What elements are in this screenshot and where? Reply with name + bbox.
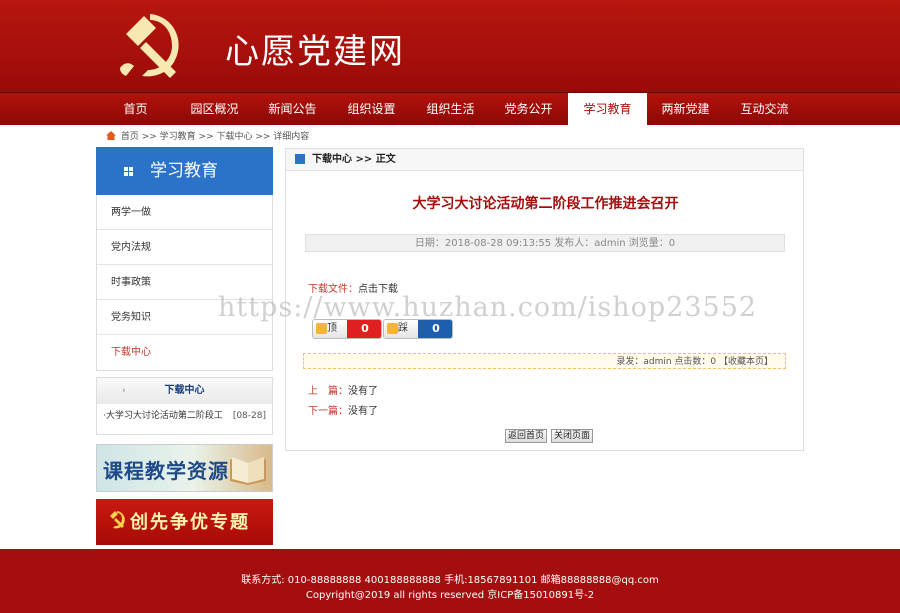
party-emblem-icon — [120, 14, 179, 78]
nav-item-org-life[interactable]: 组织生活 — [411, 93, 490, 126]
nav-item-study[interactable]: 学习教育 — [568, 93, 647, 126]
list-item-label[interactable]: ·大学习大讨论活动第二阶段工 — [103, 411, 223, 421]
close-page-button[interactable]: 关闭页面 — [551, 429, 594, 443]
next-article-label: 下一篇： — [308, 406, 348, 417]
party-emblem-icon — [110, 511, 125, 529]
home-icon[interactable] — [106, 131, 116, 140]
back-home-button[interactable]: 返回首页 — [505, 429, 548, 443]
course-resources-banner-text: 课程教学资源 — [103, 459, 229, 483]
watermark: https://www.huzhan.com/ishop23552 — [218, 292, 758, 323]
excellence-topic-banner[interactable]: 创先争优专题 — [96, 499, 273, 545]
main-nav: 首页 园区概况 新闻公告 组织设置 组织生活 党务公开 学习教育 两新党建 互动… — [0, 92, 900, 126]
sidebar-item-regulations[interactable]: 党内法规 — [97, 230, 272, 265]
nav-item-park-overview[interactable]: 园区概况 — [175, 93, 254, 126]
excellence-topic-banner-text: 创先争优专题 — [130, 512, 250, 533]
grid-icon — [124, 167, 133, 176]
chevron-right-icon: › — [122, 386, 126, 396]
sidebar-item-two-study[interactable]: 两学一做 — [97, 195, 272, 230]
next-article-value: 没有了 — [348, 406, 378, 417]
prev-article: 上 篇：没有了 — [308, 382, 378, 397]
nav-item-two-new[interactable]: 两新党建 — [646, 93, 725, 126]
article-icon — [295, 154, 305, 164]
download-box-title: 下载中心 — [164, 385, 205, 396]
list-item[interactable]: ·大学习大讨论活动第二阶段工 [08-28] — [97, 404, 272, 428]
prev-article-value: 没有了 — [348, 386, 378, 397]
article-title: 大学习大讨论活动第二阶段工作推进会召开 — [412, 196, 679, 212]
breadcrumb-text[interactable]: 首页 >> 学习教育 >> 下载中心 >> 详细内容 — [121, 132, 309, 142]
nav-item-organization[interactable]: 组织设置 — [332, 93, 411, 126]
nav-item-home[interactable]: 首页 — [96, 93, 175, 126]
nav-item-interaction[interactable]: 互动交流 — [725, 93, 804, 126]
site-footer: 联系方式: 010-88888888 400188888888 手机:18567… — [0, 549, 900, 613]
thumbs-down-icon — [387, 323, 398, 334]
list-item-date: [08-28] — [232, 411, 266, 421]
site-header: 心愿党建网 — [0, 0, 900, 92]
vote-down-label: 踩 — [398, 323, 408, 334]
sidebar-title: 学习教育 — [150, 161, 218, 181]
nav-item-party-affairs[interactable]: 党务公开 — [489, 93, 568, 126]
breadcrumb: 首页 >> 学习教育 >> 下载中心 >> 详细内容 — [106, 129, 309, 142]
article-info-bar[interactable]: 录发：admin 点击数：0 【收藏本页】 — [303, 353, 786, 369]
vote-up-label: 顶 — [327, 323, 337, 334]
footer-contact: 联系方式: 010-88888888 400188888888 手机:18567… — [241, 575, 659, 586]
sidebar-list: 两学一做 党内法规 时事政策 党务知识 下载中心 — [96, 195, 273, 371]
footer-copyright: Copyright@2019 all rights reserved 京ICP备… — [305, 590, 595, 601]
sidebar-header: 学习教育 — [96, 147, 273, 195]
course-resources-banner[interactable]: 课程教学资源 — [96, 444, 273, 492]
thumbs-up-icon — [316, 323, 327, 334]
article-panel-header: 下载中心 >> 正文 — [286, 149, 803, 171]
download-box-header: › 下载中心 — [97, 378, 272, 404]
book-icon — [230, 457, 266, 485]
site-title: 心愿党建网 — [225, 32, 405, 72]
nav-item-news[interactable]: 新闻公告 — [253, 93, 332, 126]
prev-article-label: 上 篇： — [308, 386, 348, 397]
sidebar: 学习教育 两学一做 党内法规 时事政策 党务知识 下载中心 — [96, 147, 273, 371]
article-meta: 日期：2018-08-28 09:13:55 发布人：admin 浏览量：0 — [305, 234, 785, 252]
next-article: 下一篇：没有了 — [308, 402, 378, 417]
sidebar-item-download[interactable]: 下载中心 — [97, 335, 272, 370]
download-box: › 下载中心 ·大学习大讨论活动第二阶段工 [08-28] — [96, 377, 273, 435]
article-panel-title: 下载中心 >> 正文 — [312, 154, 396, 165]
